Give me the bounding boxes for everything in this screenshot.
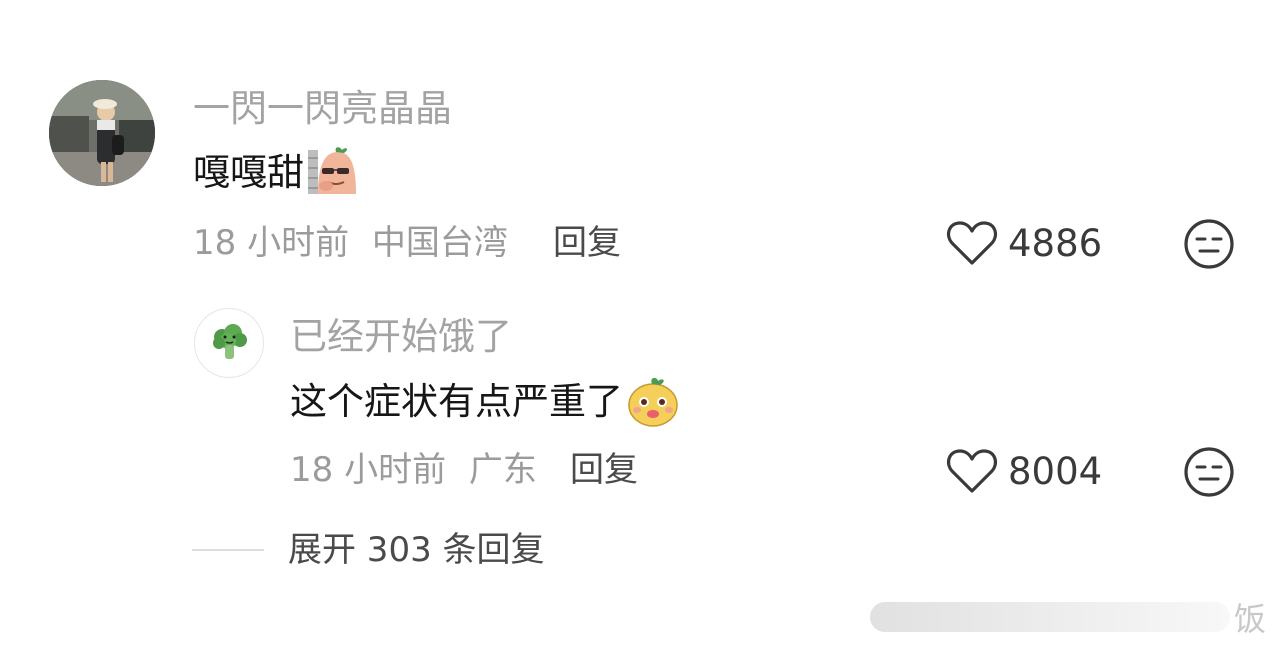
broccoli-icon (213, 324, 247, 359)
expand-replies-button[interactable]: 展开 303 条回复 (192, 533, 545, 567)
avatar-photo (49, 80, 155, 186)
divider (192, 549, 264, 551)
comment-text-label: 嘎嘎甜 (193, 150, 304, 194)
heart-icon (946, 449, 998, 493)
happy-potato-emoji (628, 377, 678, 427)
reply-avatar[interactable] (194, 308, 264, 378)
watermark-text: 饭 (1234, 600, 1267, 638)
reply-text: 这个症状有点严重了 (290, 373, 681, 429)
like-button[interactable]: 4886 (946, 219, 1102, 267)
comment-time: 18 小时前 (193, 223, 350, 263)
reply-reply-button[interactable]: 回复 (570, 453, 638, 487)
reply-like-count: 8004 (1008, 449, 1103, 493)
comment-text: 嘎嘎甜 (193, 146, 358, 198)
watermark-bar (870, 602, 1230, 632)
reply-meta: 18 小时前 广东 (290, 453, 549, 487)
comment-location: 中国台湾 (371, 223, 508, 263)
dislike-face-icon[interactable] (1183, 446, 1235, 498)
expand-replies-label: 展开 303 条回复 (288, 530, 545, 570)
reply-text-label: 这个症状有点严重了 (290, 379, 623, 423)
comment-meta: 18 小时前 中国台湾 (193, 226, 520, 260)
reply-location: 广东 (468, 450, 537, 490)
comment-thread: 一閃一閃亮晶晶 嘎嘎甜 18 小时前 中国台湾 回复 4886 已经开始饿了 这… (0, 0, 1284, 650)
avatar[interactable] (49, 80, 155, 186)
reply-time: 18 小时前 (290, 450, 447, 490)
reply-like-button[interactable]: 8004 (946, 447, 1102, 495)
watermark: 饭 (870, 596, 1270, 638)
reply-button[interactable]: 回复 (553, 226, 621, 260)
like-count: 4886 (1008, 221, 1103, 265)
reply-username[interactable]: 已经开始饿了 (290, 318, 512, 355)
peeking-sweet-potato-emoji (308, 147, 356, 194)
dislike-face-icon[interactable] (1183, 218, 1235, 270)
comment-username[interactable]: 一閃一閃亮晶晶 (193, 90, 452, 127)
heart-icon (946, 221, 998, 265)
